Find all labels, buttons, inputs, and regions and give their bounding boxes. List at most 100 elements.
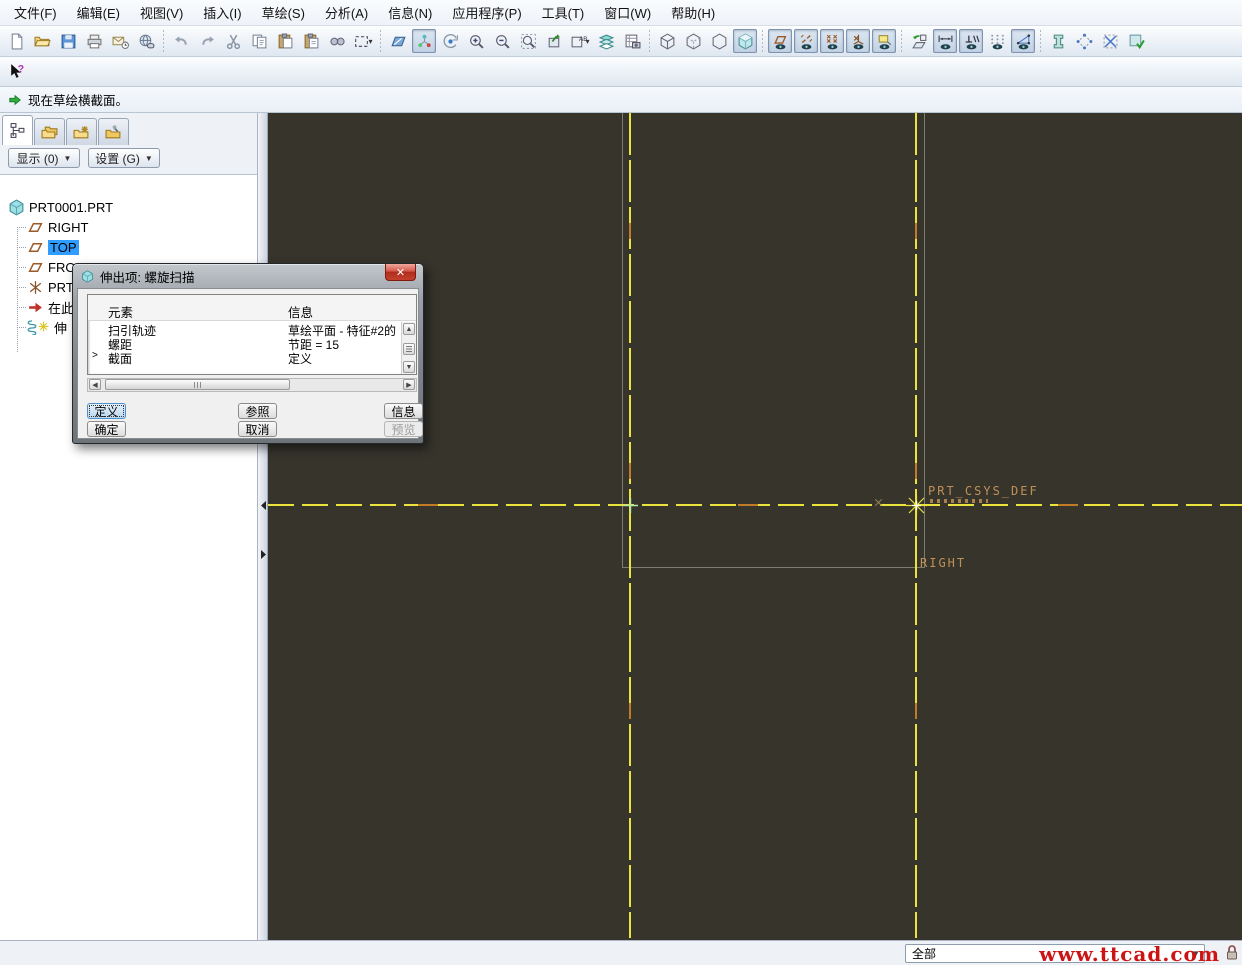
point-display-button[interactable] <box>820 29 844 53</box>
menu-item-5[interactable]: 草绘(S) <box>252 0 315 25</box>
menu-item-6[interactable]: 分析(A) <box>315 0 378 25</box>
sketch-canvas[interactable]: PRT_CSYS_DEF RIGHT <box>268 113 1242 940</box>
menu-item-2[interactable]: 编辑(E) <box>67 0 130 25</box>
wireframe-button[interactable] <box>655 29 679 53</box>
close-icon[interactable]: ✕ <box>385 264 416 281</box>
scroll-down-icon[interactable]: ▼ <box>403 361 415 373</box>
annotation-display-button[interactable] <box>872 29 896 53</box>
ok-button[interactable]: 确定 <box>87 421 126 437</box>
menu-item-10[interactable]: 窗口(W) <box>594 0 661 25</box>
menu-item-4[interactable]: 插入(I) <box>193 0 251 25</box>
chevron-down-icon[interactable]: ▾ <box>585 37 589 46</box>
paste-button[interactable] <box>273 29 297 53</box>
info-button[interactable]: 信息 <box>384 403 423 419</box>
horizontal-scrollbar[interactable]: ◀ ▶ <box>87 378 417 392</box>
scroll-right-icon[interactable]: ▶ <box>403 379 415 390</box>
favorites-tab[interactable] <box>66 118 97 145</box>
reorient-button[interactable] <box>542 29 566 53</box>
menu-item-8[interactable]: 应用程序(P) <box>442 0 531 25</box>
find-button[interactable] <box>325 29 349 53</box>
view-manager-icon <box>624 33 641 50</box>
paste-special-icon <box>303 33 320 50</box>
saved-views-button[interactable]: AB▾ <box>568 29 592 53</box>
dialog-title-bar[interactable]: 伸出项: 螺旋扫描 <box>73 264 423 288</box>
refit-button[interactable] <box>516 29 540 53</box>
cancel-button[interactable]: 取消 <box>238 421 277 437</box>
no-hidden-button[interactable] <box>707 29 731 53</box>
feature-requirements-button[interactable] <box>1124 29 1148 53</box>
csys-display-button[interactable] <box>846 29 870 53</box>
layers-button[interactable] <box>594 29 618 53</box>
save-button[interactable] <box>56 29 80 53</box>
references-button[interactable]: 参照 <box>238 403 277 419</box>
settings-dropdown-button[interactable]: 设置 (G)▼ <box>88 148 160 168</box>
copy-button[interactable] <box>247 29 271 53</box>
preview-button[interactable]: 预览 <box>384 421 423 437</box>
plane-display-button[interactable] <box>768 29 792 53</box>
menu-item-3[interactable]: 视图(V) <box>130 0 193 25</box>
datum-refs-button[interactable] <box>412 29 436 53</box>
sketch-view-button[interactable] <box>386 29 410 53</box>
snap-cross-icon <box>622 497 639 514</box>
weblink-icon <box>138 33 155 50</box>
menu-item-1[interactable]: 文件(F) <box>4 0 67 25</box>
element-list[interactable]: 元素 信息 扫引轨迹草绘平面 - 特征#2的螺距节距 = 15>截面定义 ▲ ▼ <box>87 294 417 375</box>
spin-center-button[interactable] <box>438 29 462 53</box>
open-button[interactable] <box>30 29 54 53</box>
scroll-left-icon[interactable]: ◀ <box>89 379 101 390</box>
scroll-up-icon[interactable]: ▲ <box>403 323 415 335</box>
folder-browser-tab[interactable] <box>34 118 65 145</box>
model-tree-tab-icon <box>9 122 26 139</box>
open-ends-button[interactable] <box>1072 29 1096 53</box>
context-help-button[interactable]: ? <box>4 60 28 84</box>
new-button[interactable] <box>4 29 28 53</box>
orient-sketch-button[interactable] <box>907 29 931 53</box>
tree-item-label: TOP <box>48 240 79 255</box>
feature-requirements-icon <box>1128 33 1145 50</box>
select-box-button[interactable]: ▾ <box>351 29 375 53</box>
grid-display-button[interactable] <box>985 29 1009 53</box>
redo-button[interactable] <box>195 29 219 53</box>
element-row[interactable]: >截面定义 <box>88 350 400 364</box>
element-row[interactable]: 扫引轨迹草绘平面 - 特征#2的 <box>88 322 400 336</box>
vertex-display-button[interactable] <box>1011 29 1035 53</box>
tree-item-top[interactable]: TOP <box>0 237 257 257</box>
horizontal-centerline <box>268 504 1242 506</box>
menu-item-7[interactable]: 信息(N) <box>378 0 442 25</box>
zoom-in-button[interactable] <box>464 29 488 53</box>
hidden-line-button[interactable] <box>681 29 705 53</box>
paste-special-button[interactable] <box>299 29 323 53</box>
undo-button[interactable] <box>169 29 193 53</box>
model-tree-tab[interactable] <box>2 115 33 145</box>
element-row[interactable]: 螺距节距 = 15 <box>88 336 400 350</box>
panel-sash[interactable] <box>258 113 268 940</box>
grid-display-icon <box>989 33 1006 50</box>
shaded-loops-button[interactable] <box>1046 29 1070 53</box>
overlap-geometry-button[interactable] <box>1098 29 1122 53</box>
tree-item-right[interactable]: RIGHT <box>0 217 257 237</box>
cut-button[interactable] <box>221 29 245 53</box>
csys-icon <box>27 279 44 296</box>
shaded-button[interactable] <box>733 29 757 53</box>
menu-item-9[interactable]: 工具(T) <box>532 0 595 25</box>
email-button[interactable] <box>108 29 132 53</box>
vertical-scrollbar[interactable]: ▲ ▼ <box>401 322 416 374</box>
print-button[interactable] <box>82 29 106 53</box>
zoom-out-button[interactable] <box>490 29 514 53</box>
collapse-left-icon[interactable] <box>259 498 267 512</box>
constraint-display-button[interactable] <box>959 29 983 53</box>
tree-item-prt0001-prt[interactable]: PRT0001.PRT <box>0 197 257 217</box>
define-button[interactable]: 定义 <box>87 403 126 419</box>
menu-item-11[interactable]: 帮助(H) <box>661 0 725 25</box>
show-dropdown-button[interactable]: 显示 (0)▼ <box>8 148 80 168</box>
copy-icon <box>251 33 268 50</box>
weblink-button[interactable] <box>134 29 158 53</box>
dim-display-button[interactable] <box>933 29 957 53</box>
connections-tab[interactable] <box>98 118 129 145</box>
axis-display-button[interactable] <box>794 29 818 53</box>
view-manager-button[interactable] <box>620 29 644 53</box>
chevron-down-icon[interactable]: ▾ <box>368 37 372 46</box>
scrollbar-thumb[interactable] <box>105 379 290 390</box>
expand-right-icon[interactable] <box>259 547 267 561</box>
scrollbar-thumb[interactable] <box>403 343 415 355</box>
